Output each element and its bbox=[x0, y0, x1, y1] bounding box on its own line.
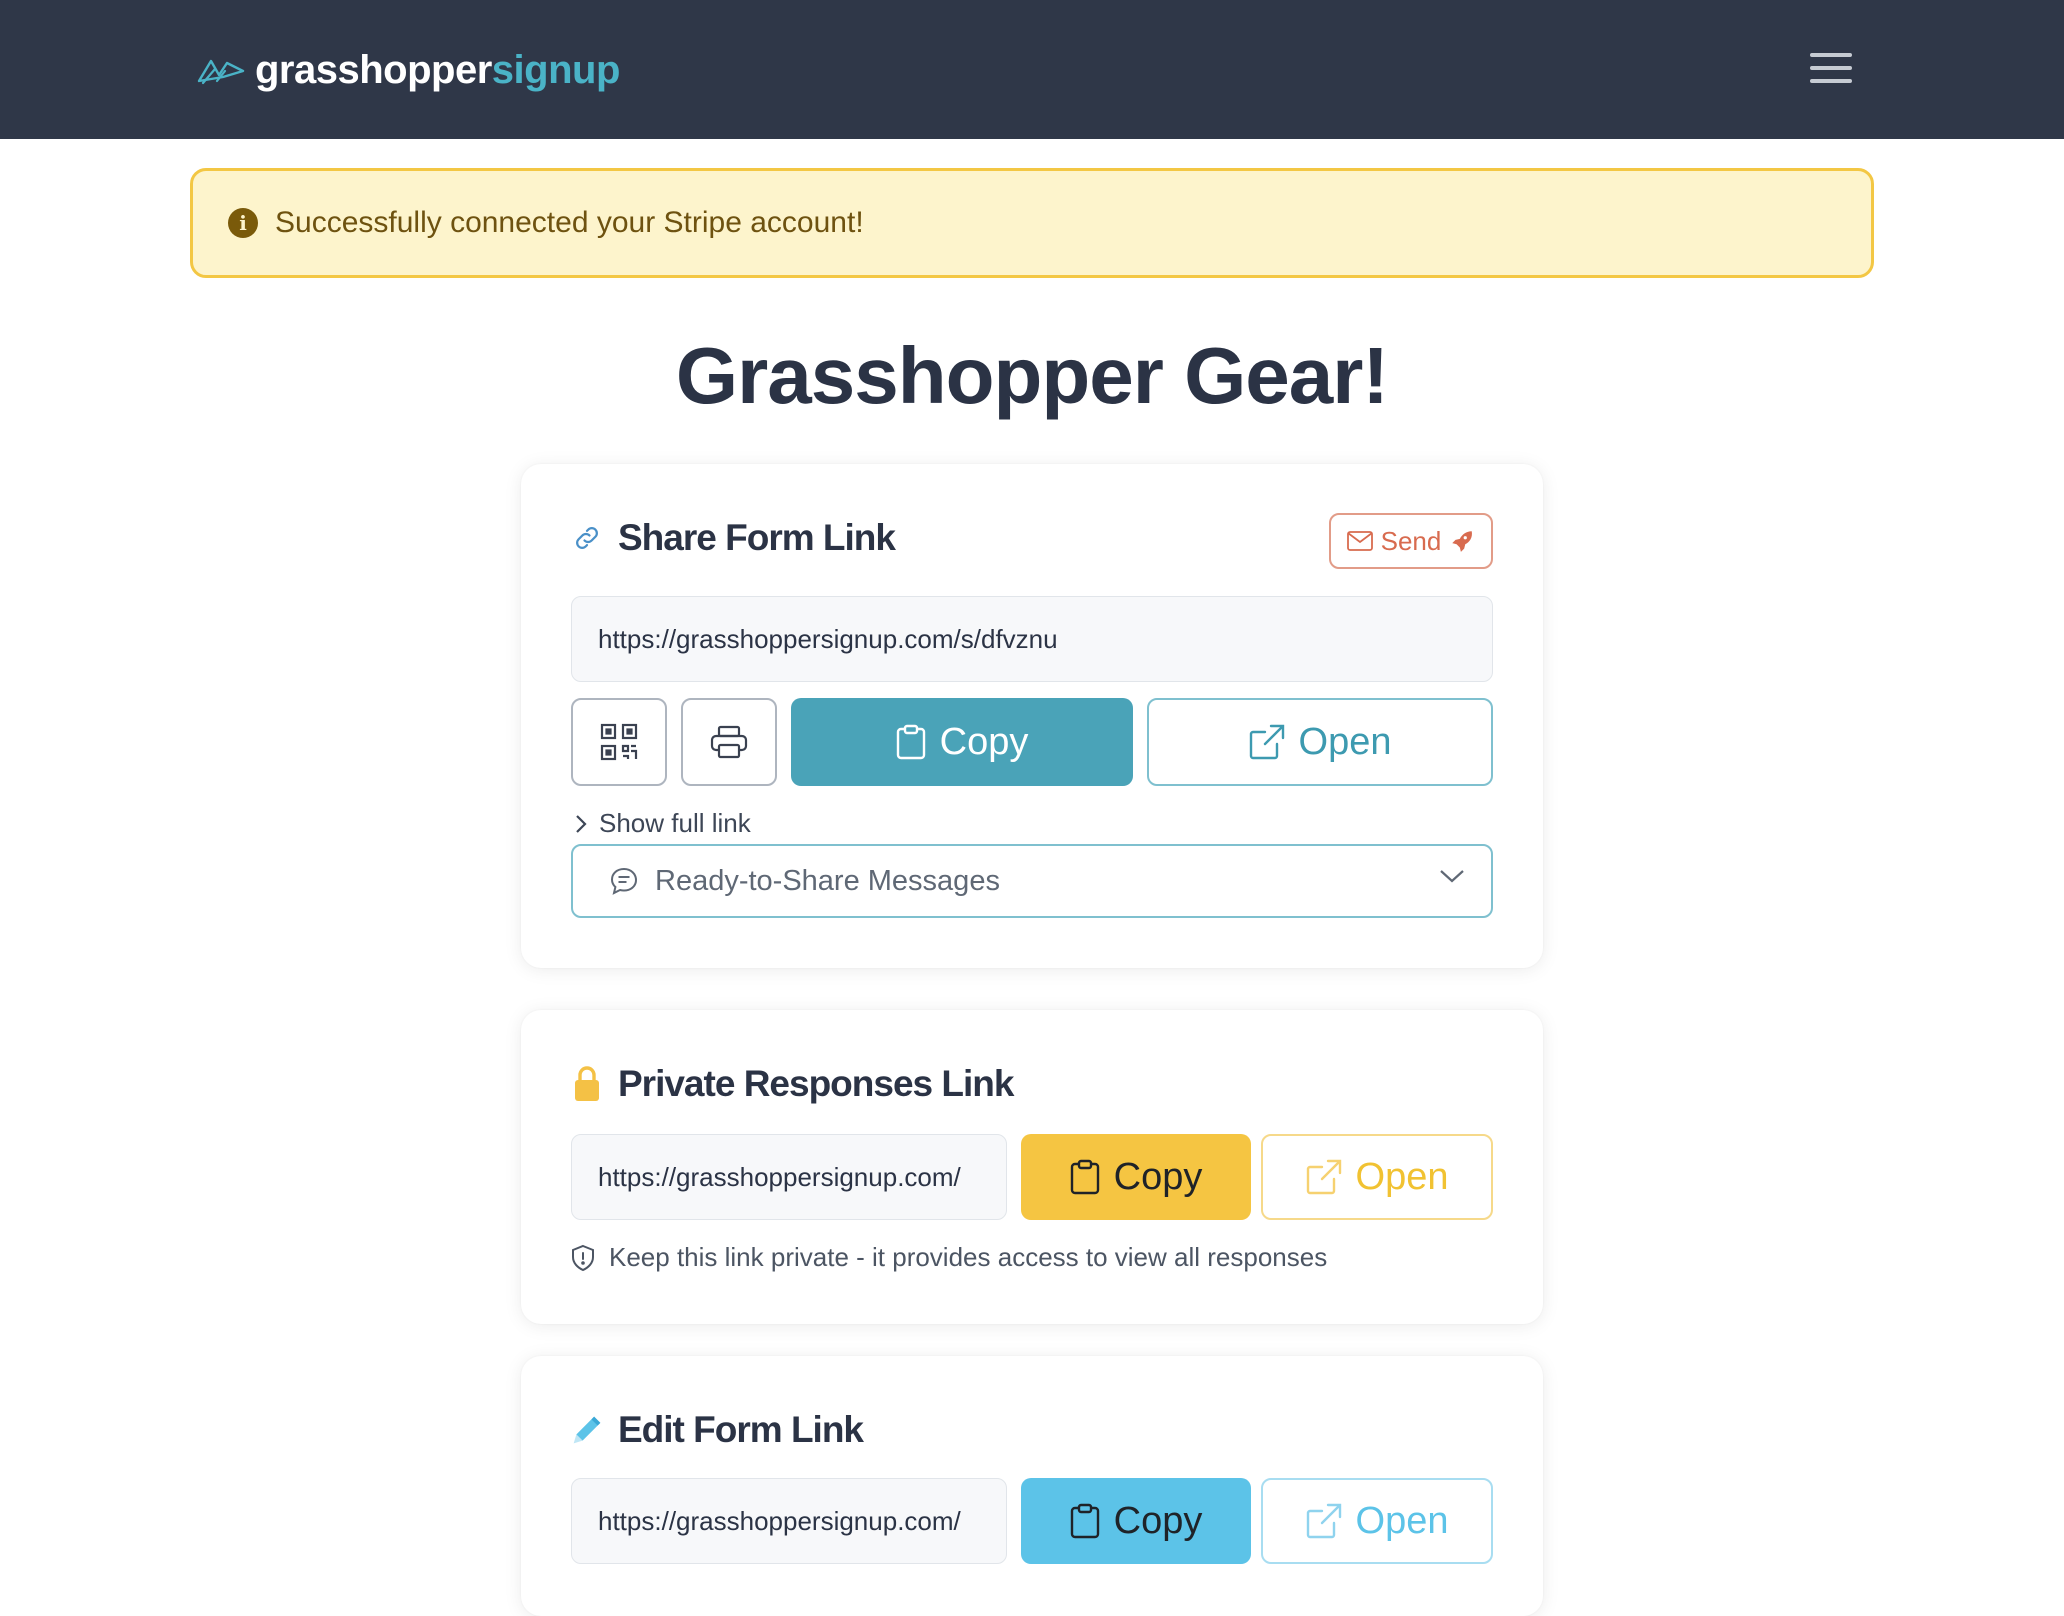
success-alert: i Successfully connected your Stripe acc… bbox=[190, 168, 1874, 278]
card-title: Share Form Link bbox=[618, 517, 896, 558]
chat-bubble-icon bbox=[610, 867, 638, 895]
open-edit-link-button[interactable]: Open bbox=[1261, 1478, 1493, 1564]
external-link-icon bbox=[1306, 1503, 1341, 1539]
external-link-icon bbox=[1249, 724, 1284, 760]
private-responses-link-card: Private Responses Link https://grasshopp… bbox=[521, 1010, 1543, 1324]
open-share-link-button[interactable]: Open bbox=[1147, 698, 1493, 786]
copy-label: Copy bbox=[1113, 1499, 1203, 1542]
qr-code-button[interactable] bbox=[571, 698, 667, 786]
brand-logo-link[interactable]: grasshoppersignup bbox=[197, 44, 620, 96]
card-title: Edit Form Link bbox=[618, 1409, 864, 1450]
card-header: Share Form Link bbox=[571, 516, 896, 560]
chevron-down-icon bbox=[1440, 870, 1464, 883]
edit-url-field[interactable]: https://grasshoppersignup.com/ bbox=[571, 1478, 1007, 1564]
open-label: Open bbox=[1355, 1499, 1449, 1542]
link-icon bbox=[571, 522, 603, 554]
hamburger-menu-icon[interactable] bbox=[1806, 48, 1852, 88]
card-header: Edit Form Link bbox=[571, 1408, 864, 1452]
card-header: Private Responses Link bbox=[571, 1062, 1014, 1106]
copy-share-link-button[interactable]: Copy bbox=[791, 698, 1133, 786]
external-link-icon bbox=[1306, 1159, 1341, 1195]
info-circle-icon: i bbox=[228, 208, 258, 238]
printer-icon bbox=[710, 725, 748, 759]
send-label: Send bbox=[1380, 525, 1442, 556]
lock-icon bbox=[571, 1066, 603, 1101]
private-url-field[interactable]: https://grasshoppersignup.com/ bbox=[571, 1134, 1007, 1220]
qr-code-icon bbox=[600, 723, 638, 761]
clipboard-icon bbox=[1070, 1159, 1099, 1195]
envelope-icon bbox=[1346, 531, 1373, 551]
ready-to-share-messages-dropdown[interactable]: Ready-to-Share Messages bbox=[571, 844, 1493, 918]
private-note-text: Keep this link private - it provides acc… bbox=[609, 1242, 1328, 1272]
clipboard-icon bbox=[1070, 1503, 1099, 1539]
edit-form-link-card: Edit Form Link https://grasshoppersignup… bbox=[521, 1356, 1543, 1616]
page-title: Grasshopper Gear! bbox=[675, 331, 1389, 420]
send-button[interactable]: Send bbox=[1329, 513, 1493, 569]
shield-icon bbox=[572, 1244, 594, 1271]
share-url-field[interactable]: https://grasshoppersignup.com/s/dfvznu bbox=[571, 596, 1493, 682]
private-link-note: Keep this link private - it provides acc… bbox=[571, 1242, 1327, 1273]
messages-label: Ready-to-Share Messages bbox=[655, 864, 1000, 897]
copy-label: Copy bbox=[939, 720, 1029, 763]
show-full-link-toggle[interactable]: Show full link bbox=[575, 808, 751, 839]
copy-private-link-button[interactable]: Copy bbox=[1021, 1134, 1251, 1220]
clipboard-icon bbox=[896, 724, 925, 760]
alert-message: Successfully connected your Stripe accou… bbox=[275, 206, 864, 239]
navbar: grasshoppersignup bbox=[0, 0, 2064, 139]
copy-edit-link-button[interactable]: Copy bbox=[1021, 1478, 1251, 1564]
show-full-link-label: Show full link bbox=[599, 808, 751, 838]
share-form-link-card: Share Form Link Send https://grasshopper… bbox=[521, 464, 1543, 968]
grasshopper-logo-icon bbox=[197, 59, 245, 85]
print-button[interactable] bbox=[681, 698, 777, 786]
open-label: Open bbox=[1355, 1155, 1449, 1198]
chevron-right-icon bbox=[576, 814, 587, 833]
pencil-icon bbox=[571, 1414, 603, 1446]
open-label: Open bbox=[1298, 720, 1392, 763]
open-private-link-button[interactable]: Open bbox=[1261, 1134, 1493, 1220]
card-title: Private Responses Link bbox=[618, 1063, 1014, 1104]
copy-label: Copy bbox=[1113, 1155, 1203, 1198]
brand-name: grasshoppersignup bbox=[255, 47, 620, 92]
rocket-icon bbox=[1452, 531, 1473, 552]
